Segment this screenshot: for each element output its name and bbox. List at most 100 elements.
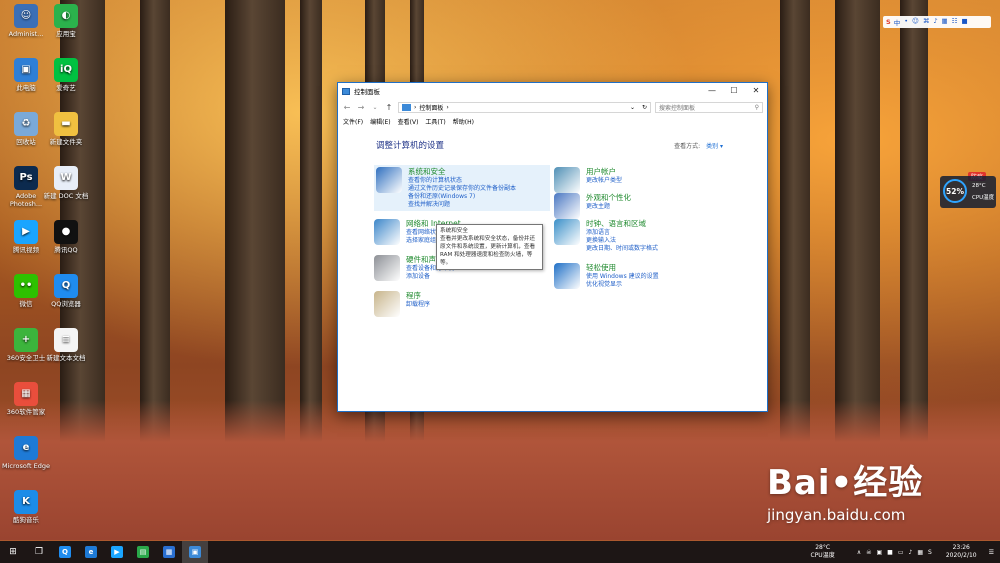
menu-item[interactable]: 工具(T): [425, 117, 445, 126]
tray-temp-label: CPU温度: [810, 552, 835, 559]
taskbar-app[interactable]: ▶: [104, 541, 130, 563]
category-link[interactable]: 添加设备: [406, 273, 454, 281]
ime-tool-icon[interactable]: ☺: [912, 17, 919, 27]
control-panel-icon: [342, 87, 350, 95]
back-arrow-icon[interactable]: ←: [342, 103, 352, 112]
ime-tool-icon[interactable]: 中: [894, 17, 901, 27]
tray-icon[interactable]: ☠: [866, 549, 871, 556]
address-text[interactable]: 控制面板: [419, 103, 443, 112]
tray-icon[interactable]: ▭: [898, 549, 904, 556]
category-title[interactable]: 程序: [406, 291, 430, 301]
category-title[interactable]: 用户帐户: [586, 167, 622, 177]
menu-item[interactable]: 文件(F): [343, 117, 363, 126]
menu-item[interactable]: 编辑(E): [370, 117, 390, 126]
menu-item[interactable]: 帮助(H): [453, 117, 474, 126]
ime-toolbar[interactable]: S 中 • ☺ ⌘ ♪ ▦ ☷ ■: [883, 16, 991, 28]
sogou-logo-icon[interactable]: S: [886, 18, 891, 26]
category-icon[interactable]: [374, 291, 400, 317]
category-link[interactable]: 卸载程序: [406, 301, 430, 309]
notification-icon[interactable]: ☰: [989, 549, 994, 556]
address-dropdown-icon[interactable]: ⌄: [630, 104, 635, 111]
category-link[interactable]: 备份和还原(Windows 7): [408, 193, 516, 201]
cpu-temp-widget[interactable]: 52% 28°C CPU温度: [940, 176, 996, 208]
title-bar[interactable]: 控制面板 — ☐ ✕: [338, 83, 767, 99]
desktop-app-icon: K: [14, 490, 38, 514]
desktop-icon[interactable]: ◐ 应用宝: [40, 4, 92, 38]
category-link[interactable]: 查找并解决问题: [408, 201, 516, 209]
refresh-icon[interactable]: ↻: [642, 104, 647, 111]
desktop-icon[interactable]: W 新建 DOC 文档: [40, 166, 92, 200]
desktop-icon[interactable]: ▬ 新建文件夹: [40, 112, 92, 146]
clock[interactable]: 23:26 2020/2/10: [946, 544, 977, 560]
category-icon[interactable]: [554, 219, 580, 245]
tray-icon[interactable]: ▣: [877, 549, 883, 556]
taskbar-app[interactable]: ▣: [182, 541, 208, 563]
category-icon[interactable]: [374, 255, 400, 281]
desktop-icon[interactable]: ≡ 新建文本文档: [40, 328, 92, 362]
desktop-icon[interactable]: iQ 爱奇艺: [40, 58, 92, 92]
category-link[interactable]: 优化视觉显示: [586, 281, 659, 289]
start-button[interactable]: ⊞: [0, 541, 26, 563]
desktop-icon[interactable]: K 酷狗音乐: [0, 490, 52, 524]
category-link[interactable]: 更改日期、时间或数字格式: [586, 245, 658, 253]
category-1[interactable]: 外观和个性化 更改主题: [554, 193, 631, 219]
category-icon[interactable]: [554, 263, 580, 289]
desktop-icon[interactable]: e Microsoft Edge: [0, 436, 52, 470]
category-icon[interactable]: [554, 193, 580, 219]
ime-tool-icon[interactable]: ☷: [952, 17, 958, 27]
taskbar-app[interactable]: e: [78, 541, 104, 563]
desktop-icon[interactable]: ▦ 360软件管家: [0, 382, 52, 416]
minimize-button[interactable]: —: [701, 83, 723, 99]
category-title[interactable]: 外观和个性化: [586, 193, 631, 203]
category-title[interactable]: 轻松使用: [586, 263, 659, 273]
category-title[interactable]: 系统和安全: [408, 167, 516, 177]
ime-tool-icon[interactable]: •: [904, 17, 908, 27]
address-chevron-icon[interactable]: ›: [446, 104, 448, 111]
tray-icon[interactable]: ♪: [909, 549, 913, 556]
category-icon[interactable]: [376, 167, 402, 193]
category-link[interactable]: 通过文件历史记录保存你的文件备份副本: [408, 185, 516, 193]
ime-tool-icon[interactable]: ♪: [933, 17, 937, 27]
ime-tool-icon[interactable]: ■: [961, 17, 967, 27]
tray-icon[interactable]: S: [928, 549, 932, 556]
task-view-button[interactable]: ❐: [26, 541, 52, 563]
category-link[interactable]: 更换输入法: [586, 237, 658, 245]
category-0[interactable]: 用户帐户 更改帐户类型: [554, 167, 622, 193]
category-icon[interactable]: [374, 219, 400, 245]
category-link[interactable]: 添加语言: [586, 229, 658, 237]
category-link[interactable]: 更改主题: [586, 203, 631, 211]
clock-date: 2020/2/10: [945, 552, 977, 559]
taskbar-app[interactable]: ▤: [130, 541, 156, 563]
category-3[interactable]: 程序 卸载程序: [374, 291, 430, 317]
forward-arrow-icon[interactable]: →: [356, 103, 366, 112]
cpu-temp-tray[interactable]: 28°C CPU温度: [811, 544, 835, 560]
category-link[interactable]: 使用 Windows 建议的设置: [586, 273, 659, 281]
category-link[interactable]: 更改帐户类型: [586, 177, 622, 185]
search-input[interactable]: 搜索控制面板 ⚲: [655, 101, 763, 113]
desktop-icon-label: 新建文件夹: [49, 138, 83, 146]
category-link[interactable]: 查看你的计算机状态: [408, 177, 516, 185]
taskbar-app[interactable]: Q: [52, 541, 78, 563]
desktop-icon[interactable]: Q QQ浏览器: [40, 274, 92, 308]
tray-icon[interactable]: ▦: [917, 549, 923, 556]
category-icon[interactable]: [554, 167, 580, 193]
ime-tool-icon[interactable]: ⌘: [923, 17, 930, 27]
category-3[interactable]: 轻松使用 使用 Windows 建议的设置 优化视觉显示: [554, 263, 659, 289]
address-bar[interactable]: › 控制面板 › ⌄ ↻: [398, 101, 651, 113]
up-arrow-icon[interactable]: ↑: [384, 103, 394, 112]
view-by-dropdown[interactable]: 类别 ▾: [706, 143, 723, 150]
category-0[interactable]: 系统和安全 查看你的计算机状态 通过文件历史记录保存你的文件备份副本 备份和还原(Wi…: [374, 165, 550, 211]
tray-icon[interactable]: ■: [887, 549, 893, 556]
ime-tool-icon[interactable]: ▦: [941, 17, 947, 27]
maximize-button[interactable]: ☐: [723, 83, 745, 99]
address-chevron-icon[interactable]: ›: [414, 104, 416, 111]
taskbar-app[interactable]: ▦: [156, 541, 182, 563]
category-title[interactable]: 时钟、语言和区域: [586, 219, 658, 229]
menu-item[interactable]: 查看(V): [398, 117, 419, 126]
tray-icon[interactable]: ∧: [857, 549, 861, 556]
close-button[interactable]: ✕: [745, 83, 767, 99]
desktop-icon[interactable]: ● 腾讯QQ: [40, 220, 92, 254]
recent-chevron-icon[interactable]: ⌄: [370, 104, 380, 111]
category-2[interactable]: 时钟、语言和区域 添加语言 更换输入法 更改日期、时间或数字格式: [554, 219, 658, 253]
search-icon[interactable]: ⚲: [755, 104, 759, 111]
